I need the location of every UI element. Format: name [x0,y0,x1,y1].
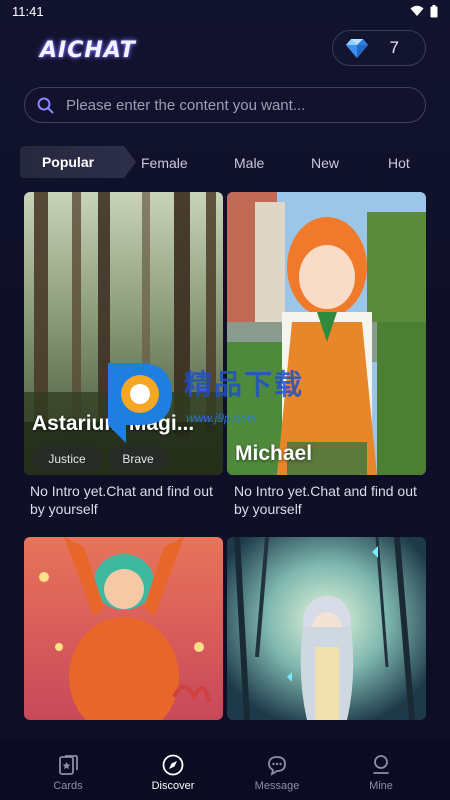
compass-icon [162,754,184,776]
diamond-icon [346,39,368,58]
gem-count: 7 [389,38,399,57]
character-tag: Brave [108,446,168,472]
gem-balance-button[interactable]: 7 [332,30,426,66]
app-screen: 11:41 AICHAT 7 Please enter the content … [0,0,450,800]
character-intro: No Intro yet.Chat and find out by yourse… [30,483,213,517]
nav-label: Message [254,780,300,792]
character-tag: Justice [32,446,102,472]
tab-female[interactable]: Female [141,155,188,171]
status-bar: 11:41 [0,0,450,22]
battery-icon [430,4,438,17]
character-card[interactable] [227,537,426,720]
nav-item-message[interactable]: Message [237,754,317,792]
character-card[interactable] [24,537,223,720]
nav-label: Discover [151,780,195,792]
cards-icon [59,755,78,775]
tab-new[interactable]: New [311,155,339,171]
nav-label: Mine [369,780,393,792]
watermark: 精品下载 www.j9p.com [100,355,340,445]
watermark-text: 精品下载 [184,369,305,400]
character-intro: No Intro yet.Chat and find out by yourse… [234,483,417,517]
status-time: 11:41 [12,3,44,19]
wifi-icon [410,5,424,16]
character-image [227,537,426,720]
character-name: Michael [235,442,313,465]
bottom-nav: Cards Discover Message Mine [0,740,450,800]
tab-hot[interactable]: Hot [388,155,410,171]
category-tabs: Popular [20,146,136,178]
watermark-logo-icon [108,363,172,443]
person-icon [373,755,389,774]
tab-popular[interactable]: Popular [20,146,136,178]
search-input[interactable] [64,95,425,115]
search-icon [37,97,54,113]
nav-item-discover[interactable]: Discover [133,754,213,792]
watermark-url: www.j9p.com [186,411,257,425]
tab-male[interactable]: Male [234,155,264,171]
search-bar[interactable] [24,87,426,123]
chat-icon [268,756,286,776]
nav-item-mine[interactable]: Mine [341,754,421,792]
status-icons [410,4,438,18]
app-logo: AICHAT [40,38,136,63]
character-image [24,537,223,720]
nav-label: Cards [53,780,83,792]
nav-item-cards[interactable]: Cards [28,754,108,792]
